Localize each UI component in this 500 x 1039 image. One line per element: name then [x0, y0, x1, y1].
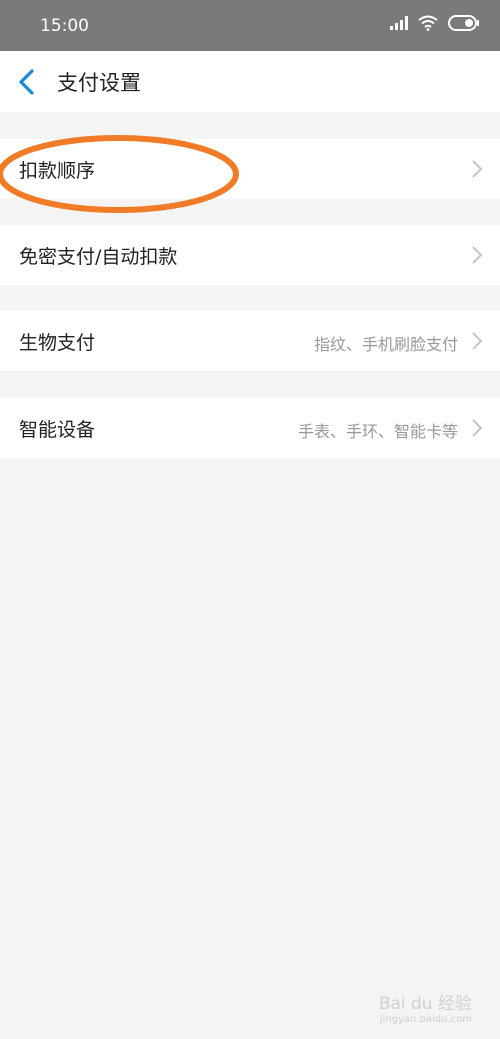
battery-icon [448, 15, 479, 31]
watermark-sub: jingyan.baidu.com [379, 1014, 472, 1025]
page-title: 支付设置 [57, 71, 141, 95]
wifi-icon [418, 15, 438, 31]
settings-item-label: 智能设备 [19, 419, 96, 441]
settings-item-smart-devices[interactable]: 智能设备 手表、手环、智能卡等 [0, 398, 500, 458]
settings-item-biometric-payment[interactable]: 生物支付 指纹、手机刷脸支付 [0, 311, 500, 371]
settings-item-value: 指纹、手机刷脸支付 [313, 335, 458, 354]
settings-item-value: 手表、手环、智能卡等 [297, 422, 458, 441]
status-icons [390, 15, 480, 31]
signal-icon [390, 16, 408, 30]
chevron-right-icon [472, 332, 483, 350]
nav-bar: 支付设置 [0, 51, 500, 112]
status-bar: 15:00 [0, 0, 500, 51]
settings-item-label: 生物支付 [19, 332, 96, 354]
chevron-right-icon [472, 160, 483, 178]
settings-item-label: 免密支付/自动扣款 [19, 246, 178, 268]
settings-item-label: 扣款顺序 [19, 160, 96, 182]
watermark: Bai du 经验 jingyan.baidu.com [379, 995, 472, 1025]
settings-item-password-free-payment[interactable]: 免密支付/自动扣款 [0, 225, 500, 285]
status-time: 15:00 [40, 16, 89, 36]
chevron-left-icon[interactable] [16, 69, 38, 95]
settings-item-payment-order[interactable]: 扣款顺序 [0, 139, 500, 199]
chevron-right-icon [472, 246, 483, 264]
chevron-right-icon [472, 419, 483, 437]
watermark-text: Bai du 经验 [378, 994, 472, 1015]
